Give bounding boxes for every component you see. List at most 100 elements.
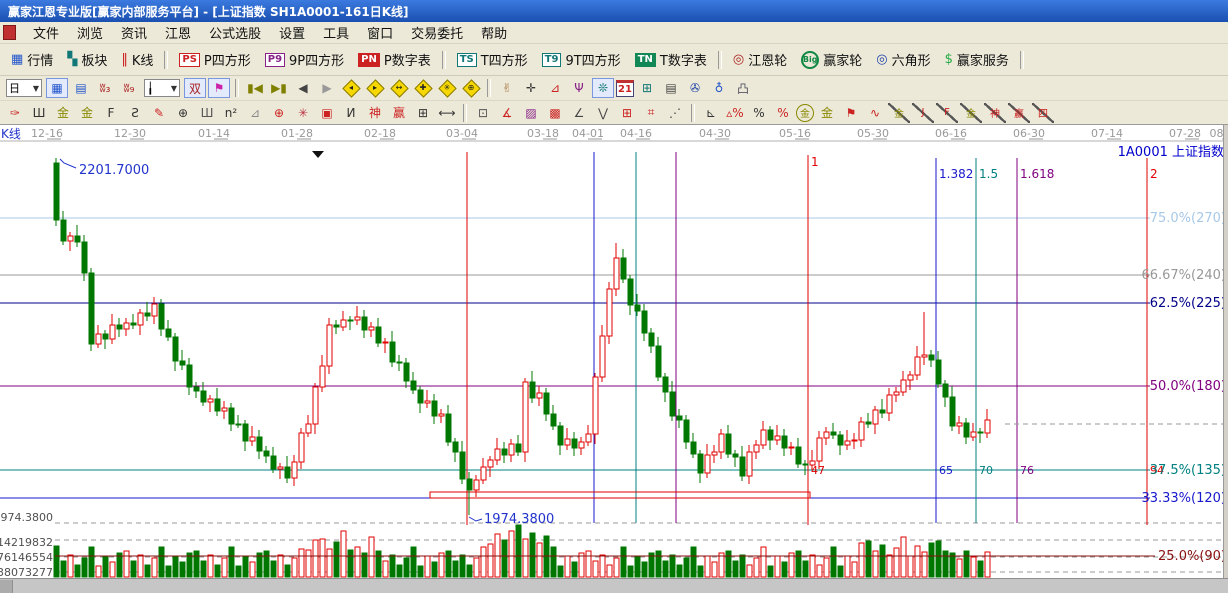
hand-tool-icon[interactable]: ✌ <box>496 78 518 98</box>
gold-comb-icon[interactable]: 金 <box>52 103 74 123</box>
t-square-button[interactable]: TST四方形 <box>450 47 535 72</box>
si-angle-icon[interactable]: 四 <box>1032 103 1054 123</box>
kline-chart[interactable]: 12-1612-3001-1401-2802-1803-0403-1804-01… <box>0 125 1228 578</box>
bars-3-icon[interactable]: ʬ₃ <box>94 78 116 98</box>
shen-angle-icon[interactable]: 神 <box>984 103 1006 123</box>
wave-box-icon[interactable]: ∿ <box>864 103 886 123</box>
percent-lines-icon[interactable]: % <box>772 103 794 123</box>
web-icon[interactable]: ✳ <box>292 103 314 123</box>
f-angle-icon[interactable]: F <box>936 103 958 123</box>
comb-plain-icon[interactable]: Ш <box>196 103 218 123</box>
menu-item-10[interactable]: 帮助 <box>472 25 516 44</box>
comb-tool-icon[interactable]: Ш <box>28 103 50 123</box>
winner-service-button[interactable]: $赢家服务 <box>938 47 1016 72</box>
step-forward-icon[interactable]: ▶ <box>316 78 338 98</box>
crosshair-icon[interactable]: ✛ <box>520 78 542 98</box>
stock-map-icon[interactable]: ▦ <box>46 78 68 98</box>
grid-box-icon[interactable]: ▩ <box>544 103 566 123</box>
gann-map-icon[interactable]: ❊ <box>592 78 614 98</box>
period-combo[interactable]: 日▼ <box>6 79 42 97</box>
menu-item-6[interactable]: 设置 <box>270 25 314 44</box>
expand-icon[interactable]: ✚ <box>412 78 434 98</box>
calculator-icon[interactable]: ⊞ <box>636 78 658 98</box>
red-grid2-icon[interactable]: ⌗ <box>640 103 662 123</box>
cycle-circle-icon[interactable]: ⊕ <box>172 103 194 123</box>
trend-line-icon[interactable]: ∠ <box>568 103 590 123</box>
9t-square-button[interactable]: T99T四方形 <box>535 47 628 72</box>
n-square-icon[interactable]: n² <box>220 103 242 123</box>
gold-lines-icon[interactable]: 金 <box>816 103 838 123</box>
fan-box-icon[interactable]: ▨ <box>520 103 542 123</box>
menu-item-5[interactable]: 公式选股 <box>200 25 270 44</box>
ruler-123-icon[interactable]: ⊞ <box>412 103 434 123</box>
9p-square-button[interactable]: P99P四方形 <box>258 47 351 72</box>
ying-tool-icon[interactable]: 赢 <box>388 103 410 123</box>
compass-icon[interactable]: ⊕ <box>268 103 290 123</box>
percent-icon[interactable]: % <box>748 103 770 123</box>
gold-angle2-icon[interactable]: 金 <box>960 103 982 123</box>
purple-tool-icon[interactable]: Ψ <box>568 78 590 98</box>
notes-icon[interactable]: ▤ <box>660 78 682 98</box>
gold-angle-icon[interactable]: 金 <box>888 103 910 123</box>
winner-wheel-button[interactable]: Big赢家轮 <box>794 47 869 72</box>
menu-item-3[interactable]: 资讯 <box>112 25 156 44</box>
marker-tool-icon[interactable]: ✑ <box>4 103 26 123</box>
menu-item-1[interactable]: 文件 <box>24 25 68 44</box>
zoom-center-icon[interactable]: ⊕ <box>460 78 482 98</box>
calendar-icon[interactable]: 21 <box>616 80 634 97</box>
save-icon[interactable]: ✇ <box>684 78 706 98</box>
angle-gray-icon[interactable]: ⊿ <box>244 103 266 123</box>
chart-canvas[interactable]: 12-1612-3001-1401-2802-1803-0403-1804-01… <box>0 125 1228 578</box>
p-square-button[interactable]: PSP四方形 <box>172 47 257 72</box>
candle-style-combo[interactable]: ╽▼ <box>144 79 180 97</box>
j-angle-icon[interactable]: J <box>912 103 934 123</box>
fan-lines-icon[interactable]: ∡ <box>496 103 518 123</box>
bars-9-icon[interactable]: ʬ₉ <box>118 78 140 98</box>
diag-lines-icon[interactable]: ⋰ <box>664 103 686 123</box>
menu-item-9[interactable]: 交易委托 <box>402 25 472 44</box>
angle-tool-icon[interactable]: ⊿ <box>544 78 566 98</box>
step-back-icon[interactable]: ◀ <box>292 78 314 98</box>
fib-comb-icon[interactable]: F <box>100 103 122 123</box>
scrollbar-chip[interactable] <box>0 580 13 593</box>
menu-item-4[interactable]: 江恩 <box>156 25 200 44</box>
gann-wheel-button[interactable]: ◎江恩轮 <box>726 47 794 72</box>
p-table-button[interactable]: PNP数字表 <box>351 47 438 72</box>
kline-button[interactable]: ‖K线 <box>114 47 160 72</box>
skip-end-icon[interactable]: ▶▮ <box>268 78 290 98</box>
pennant-icon[interactable]: ⚑ <box>840 103 862 123</box>
corner-grid-icon[interactable]: ⊡ <box>472 103 494 123</box>
menu-item-8[interactable]: 窗口 <box>358 25 402 44</box>
quotes-button[interactable]: ▦行情 <box>4 47 60 72</box>
pattern-icon[interactable]: 双 <box>184 78 206 98</box>
shen-tool-icon[interactable]: 神 <box>364 103 386 123</box>
skip-start-icon[interactable]: ▮◀ <box>244 78 266 98</box>
gold-comb2-icon[interactable]: 金 <box>76 103 98 123</box>
flag-chart-icon[interactable]: ⚑ <box>208 78 230 98</box>
pan-right-icon[interactable]: ▸ <box>364 78 386 98</box>
pan-left-icon[interactable]: ◂ <box>340 78 362 98</box>
right-scroll-strip[interactable] <box>1223 125 1228 578</box>
hexagon-button[interactable]: ◎六角形 <box>869 47 937 72</box>
n-marks-icon[interactable]: И <box>340 103 362 123</box>
ying-angle-icon[interactable]: 赢 <box>1008 103 1030 123</box>
axis-chart-icon[interactable]: ⊾ <box>700 103 722 123</box>
spiral-tool-icon[interactable]: Ƨ <box>124 103 146 123</box>
gold-circle-icon[interactable]: 金 <box>796 104 814 122</box>
clipboard-icon[interactable]: ▤ <box>70 78 92 98</box>
t-table-button[interactable]: TNT数字表 <box>628 47 714 72</box>
menu-item-2[interactable]: 浏览 <box>68 25 112 44</box>
span-arrows-icon[interactable]: ⟷ <box>436 103 458 123</box>
menu-item-7[interactable]: 工具 <box>314 25 358 44</box>
red-grid-icon[interactable]: ⊞ <box>616 103 638 123</box>
bottom-scrollbar[interactable] <box>0 578 1228 593</box>
draw-comb-icon[interactable]: ✎ <box>148 103 170 123</box>
zigzag-icon[interactable]: ⋁ <box>592 103 614 123</box>
web-box-icon[interactable]: ▣ <box>316 103 338 123</box>
percent-tri-icon[interactable]: ▵% <box>724 103 746 123</box>
network-icon[interactable]: ♁ <box>708 78 730 98</box>
sectors-button[interactable]: ▚板块 <box>60 47 114 72</box>
zoom-all-icon[interactable]: ✳ <box>436 78 458 98</box>
pan-both-icon[interactable]: ↔ <box>388 78 410 98</box>
printer-icon[interactable]: 凸 <box>732 78 754 98</box>
